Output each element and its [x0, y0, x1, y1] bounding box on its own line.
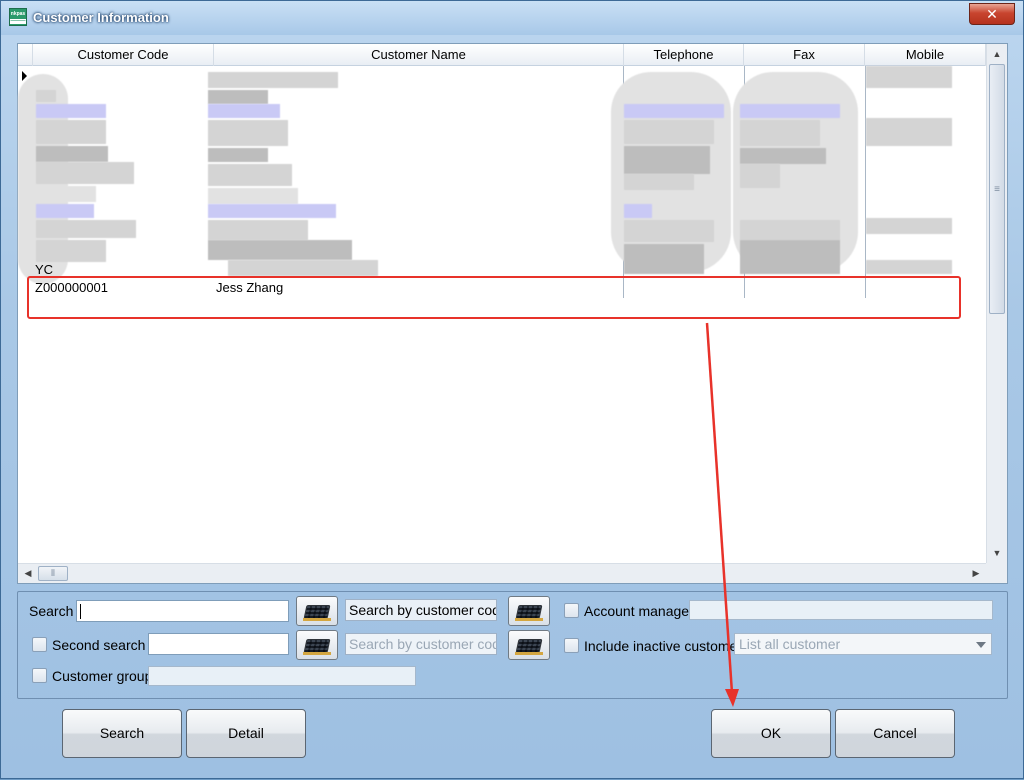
chevron-down-icon: [976, 642, 986, 648]
search-keyboard-button[interactable]: [296, 596, 338, 626]
second-search-keyboard-button[interactable]: [296, 630, 338, 660]
column-header-mobile[interactable]: Mobile: [865, 44, 986, 66]
scroll-down-arrow-icon[interactable]: ▼: [987, 543, 1007, 563]
second-search-input[interactable]: [148, 633, 289, 655]
filter-panel: Search Search by customer code Account m…: [17, 591, 1008, 699]
second-search-mode-keyboard-button[interactable]: [508, 630, 550, 660]
customer-list-select[interactable]: List all customer: [734, 633, 992, 655]
horizontal-scroll-thumb[interactable]: ⦀: [38, 566, 68, 581]
window-title: Customer Information: [33, 10, 169, 25]
search-label: Search: [29, 603, 74, 619]
customer-group-field[interactable]: [148, 666, 416, 686]
grid-header: Customer Code Customer Name Telephone Fa…: [18, 44, 986, 66]
column-header-telephone[interactable]: Telephone: [624, 44, 744, 66]
include-inactive-checkbox[interactable]: [564, 638, 579, 653]
title-bar[interactable]: nkpas ——— Customer Information ✕: [1, 1, 1023, 35]
vertical-scrollbar[interactable]: ▲ ≡ ▼: [986, 44, 1007, 563]
scroll-corner: [986, 563, 1007, 583]
second-search-checkbox[interactable]: [32, 637, 47, 652]
customer-list-selected: List all customer: [739, 636, 841, 652]
column-header-fax[interactable]: Fax: [744, 44, 865, 66]
row-highlight-annotation: [27, 276, 961, 319]
keyboard-icon: [515, 639, 543, 653]
keyboard-icon: [303, 605, 331, 619]
text-caret: [80, 604, 81, 619]
detail-button[interactable]: Detail: [186, 709, 306, 758]
cancel-button[interactable]: Cancel: [835, 709, 955, 758]
keyboard-icon: [303, 639, 331, 653]
scroll-up-arrow-icon[interactable]: ▲: [987, 44, 1007, 64]
account-manager-field[interactable]: [689, 600, 993, 620]
customer-group-label: Customer group: [52, 668, 153, 684]
row-header-corner: [18, 44, 33, 66]
search-button[interactable]: Search: [62, 709, 182, 758]
account-manager-checkbox[interactable]: [564, 603, 579, 618]
include-inactive-label: Include inactive customer: [584, 638, 734, 654]
search-input[interactable]: [76, 600, 289, 622]
column-header-customer-code[interactable]: Customer Code: [33, 44, 214, 66]
column-header-customer-name[interactable]: Customer Name: [214, 44, 624, 66]
customer-group-checkbox[interactable]: [32, 668, 47, 683]
account-manager-label: Account manager: [584, 603, 694, 619]
second-search-label: Second search: [52, 637, 146, 653]
ok-button[interactable]: OK: [711, 709, 831, 758]
search-mode-selector[interactable]: Search by customer code: [345, 599, 497, 621]
scroll-left-arrow-icon[interactable]: ◀: [18, 564, 38, 583]
search-mode-keyboard-button[interactable]: [508, 596, 550, 626]
customer-grid[interactable]: Customer Code Customer Name Telephone Fa…: [17, 43, 1008, 584]
keyboard-icon: [515, 605, 543, 619]
scroll-right-arrow-icon[interactable]: ▶: [966, 564, 986, 583]
close-button[interactable]: ✕: [969, 3, 1015, 25]
horizontal-scrollbar[interactable]: ◀ ⦀ ▶: [18, 563, 986, 583]
customer-information-window: nkpas ——— Customer Information ✕ Customer…: [0, 0, 1024, 779]
vertical-scroll-thumb[interactable]: ≡: [989, 64, 1005, 314]
second-search-mode-selector[interactable]: Search by customer code: [345, 633, 497, 655]
app-logo-icon: nkpas ———: [9, 8, 27, 26]
